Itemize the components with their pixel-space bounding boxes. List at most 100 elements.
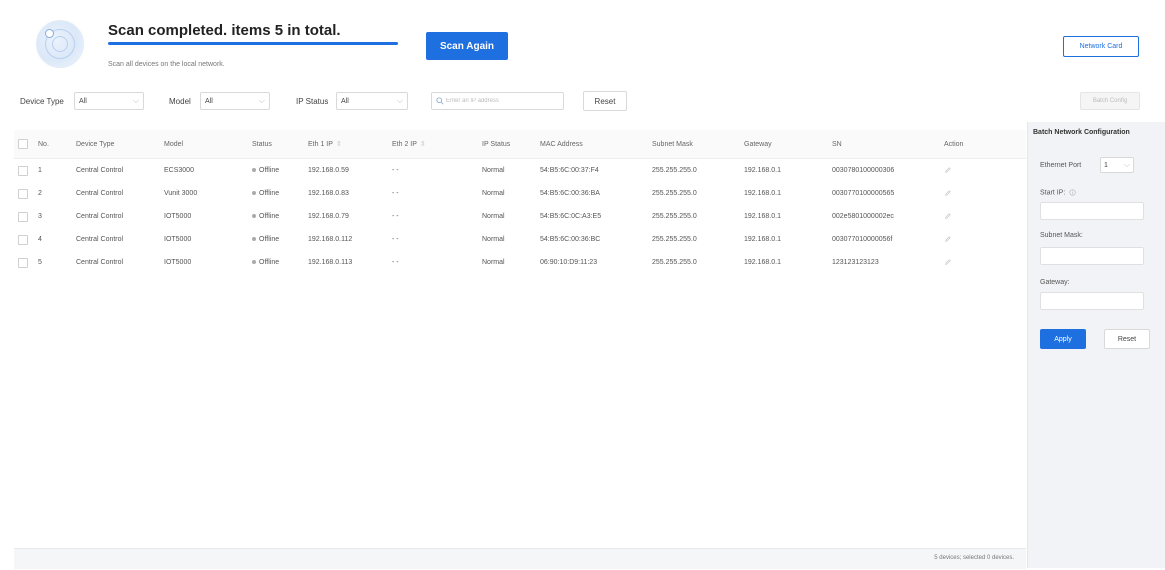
edit-icon[interactable] [944,189,952,197]
col-subnet-mask: Subnet Mask [648,130,740,159]
col-no: No. [34,130,72,159]
row-status: Offline [248,159,304,183]
ip-status-select[interactable]: All ⌵ [336,92,408,110]
gateway-input[interactable] [1040,292,1144,310]
row-gateway: 192.168.0.1 [744,259,781,266]
row-mac-address: 06:90:10:D9:11:23 [540,259,598,266]
row-mac-address: 54:B5:6C:00:37:F4 [540,167,599,174]
row-device-type: Central Control [76,213,124,220]
edit-icon[interactable] [944,212,952,220]
gateway-label: Gateway: [1040,279,1070,286]
row-eth2-ip: - - [392,213,399,220]
row-no: 2 [38,190,42,197]
col-mac-address: MAC Address [536,130,648,159]
row-checkbox[interactable] [14,228,34,251]
row-eth1-ip: 192.168.0.83 [308,190,349,197]
row-ip-status: Normal [482,190,505,197]
subnet-mask-input[interactable] [1040,247,1144,265]
ip-search-input[interactable] [444,98,556,104]
start-ip-input[interactable] [1040,202,1144,220]
model-value: All [205,97,213,105]
apply-button[interactable]: Apply [1040,329,1086,349]
search-icon [436,97,444,105]
row-device-type: Central Control [76,190,124,197]
row-action[interactable] [940,182,976,205]
row-eth1-ip: 192.168.0.59 [308,167,349,174]
sort-icon[interactable]: ⇳ [420,141,426,148]
ip-status-value: All [341,97,349,105]
status-dot-icon [252,260,256,265]
edit-icon[interactable] [944,258,952,266]
col-action: Action [940,130,976,159]
row-subnet-mask: 255.255.255.0 [652,236,697,243]
batch-config-button[interactable]: Batch Config [1080,92,1140,110]
table-row[interactable]: 3 Central Control IOT5000 Offline 192.168.0.… [14,205,1026,228]
panel-reset-button[interactable]: Reset [1104,329,1150,349]
start-ip-label: Start IP: [1040,189,1076,196]
col-sn: SN [828,130,940,159]
table-row[interactable]: 1 Central Control ECS3000 Offline 192.168.0.… [14,159,1026,183]
row-mac-address: 54:B5:6C:00:36:BA [540,190,600,197]
filter-reset-button[interactable]: Reset [583,91,627,111]
info-icon[interactable] [1069,189,1076,196]
status-dot-icon [252,214,256,219]
row-status: Offline [248,205,304,228]
row-checkbox[interactable] [14,205,34,228]
row-no: 5 [38,259,42,266]
network-card-button[interactable]: Network Card [1063,36,1139,57]
row-checkbox[interactable] [14,182,34,205]
scan-progress-bar [108,42,398,45]
row-gateway: 192.168.0.1 [744,213,781,220]
row-action[interactable] [940,228,976,251]
table-row[interactable]: 2 Central Control Vunit 3000 Offline 192.168… [14,182,1026,205]
ethernet-port-value: 1 [1104,161,1108,169]
row-sn: 003077010000056f [832,236,893,243]
table-header-row: No. Device Type Model Status Eth 1 IP ⇳ E… [14,130,1026,159]
col-gateway: Gateway [740,130,828,159]
col-model: Model [160,130,248,159]
scan-status-title: Scan completed. items 5 in total. [108,22,341,39]
selection-summary: 5 devices; selected 0 devices. [934,555,1014,561]
row-sn: 0030780100000306 [832,167,895,174]
row-gateway: 192.168.0.1 [744,190,781,197]
col-eth1-ip[interactable]: Eth 1 IP ⇳ [304,130,388,159]
row-status: Offline [248,182,304,205]
row-status: Offline [248,228,304,251]
row-status: Offline [248,251,304,274]
row-subnet-mask: 255.255.255.0 [652,167,697,174]
device-type-value: All [79,97,87,105]
edit-icon[interactable] [944,166,952,174]
sort-icon[interactable]: ⇳ [336,141,342,148]
row-action[interactable] [940,205,976,228]
row-subnet-mask: 255.255.255.0 [652,190,697,197]
table-row[interactable]: 4 Central Control IOT5000 Offline 192.168.0.… [14,228,1026,251]
row-device-type: Central Control [76,167,124,174]
row-checkbox[interactable] [14,251,34,274]
select-all-checkbox[interactable] [14,130,34,159]
row-action[interactable] [940,159,976,183]
model-select[interactable]: All ⌵ [200,92,270,110]
ip-search-box[interactable] [431,92,564,110]
row-ip-status: Normal [482,259,505,266]
row-action[interactable] [940,251,976,274]
col-eth2-ip[interactable]: Eth 2 IP ⇳ [388,130,478,159]
row-model: IOT5000 [164,236,192,243]
device-type-select[interactable]: All ⌵ [74,92,144,110]
row-sn: 0030770100000565 [832,190,895,197]
row-subnet-mask: 255.255.255.0 [652,259,697,266]
table-row[interactable]: 5 Central Control IOT5000 Offline 192.168.0.… [14,251,1026,274]
chevron-down-icon: ⌵ [132,96,139,105]
ethernet-port-label: Ethernet Port [1040,162,1082,169]
status-dot-icon [252,237,256,242]
col-ip-status: IP Status [478,130,536,159]
row-mac-address: 54:B5:6C:00:36:BC [540,236,601,243]
row-eth2-ip: - - [392,190,399,197]
row-device-type: Central Control [76,236,124,243]
row-eth2-ip: - - [392,236,399,243]
scan-again-button[interactable]: Scan Again [426,32,508,60]
row-checkbox[interactable] [14,159,34,183]
col-device-type: Device Type [72,130,160,159]
edit-icon[interactable] [944,235,952,243]
row-no: 3 [38,213,42,220]
ethernet-port-select[interactable]: 1 ⌵ [1100,157,1134,173]
